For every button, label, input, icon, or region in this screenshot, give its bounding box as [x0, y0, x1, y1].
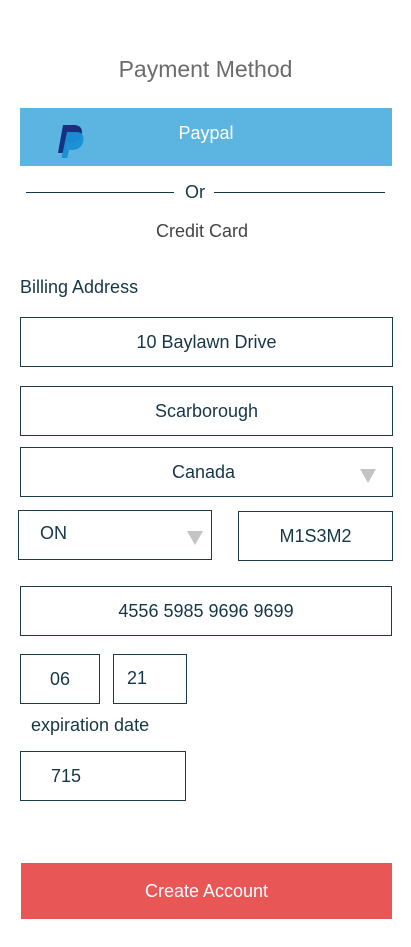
card-number-field[interactable]: 4556 5985 9696 9699 — [20, 586, 392, 636]
country-select[interactable]: Canada — [20, 447, 393, 497]
province-select[interactable]: ON — [18, 510, 212, 560]
province-value: ON — [40, 523, 67, 543]
card-number-value: 4556 5985 9696 9699 — [118, 600, 294, 621]
city-value: Scarborough — [154, 400, 259, 421]
postal-code-value: M1S3M2 — [279, 525, 352, 546]
city-field[interactable]: Scarborough — [20, 386, 393, 436]
exp-month-value: 06 — [49, 668, 71, 689]
divider-line-right — [214, 192, 385, 193]
street-address-value: 10 Baylawn Drive — [136, 331, 277, 352]
street-address-field[interactable]: 10 Baylawn Drive — [20, 317, 393, 367]
paypal-label: Paypal — [178, 123, 234, 143]
cvv-field[interactable]: 715 — [20, 751, 186, 801]
exp-year-field[interactable]: 21 — [113, 654, 187, 704]
exp-month-field[interactable]: 06 — [20, 654, 100, 704]
paypal-button[interactable]: Paypal — [20, 108, 392, 166]
expiration-date-label: expiration date — [31, 715, 150, 735]
dropdown-arrow-icon — [360, 469, 376, 483]
postal-code-field[interactable]: M1S3M2 — [238, 511, 393, 561]
page-title: Payment Method — [118, 56, 293, 82]
country-value: Canada — [171, 461, 236, 482]
or-divider-text: Or — [185, 182, 205, 202]
divider-line-left — [26, 192, 174, 193]
create-account-label: Create Account — [144, 880, 269, 901]
exp-year-value: 21 — [127, 668, 148, 688]
dropdown-arrow-icon — [187, 531, 203, 545]
cvv-value: 715 — [51, 765, 82, 786]
create-account-button[interactable]: Create Account — [21, 863, 392, 919]
billing-address-label: Billing Address — [20, 277, 139, 297]
credit-card-option[interactable]: Credit Card — [0, 221, 404, 242]
